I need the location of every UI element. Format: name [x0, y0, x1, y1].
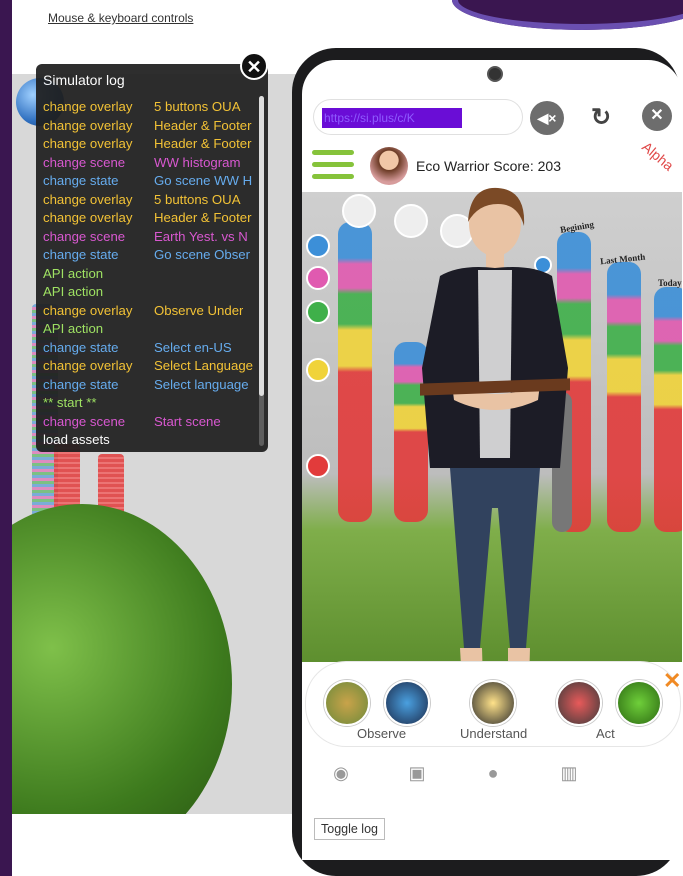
log-row-action: load assets — [43, 432, 110, 447]
log-row-detail: Select language — [154, 376, 249, 392]
observe-image-1[interactable] — [324, 680, 370, 726]
side-marker-icon[interactable] — [306, 266, 330, 290]
close-icon[interactable]: ✕ — [642, 101, 672, 131]
corner-decoration — [452, 0, 683, 30]
scene-label-today: Today — [658, 278, 682, 288]
closed-captions-icon[interactable]: ▣ — [404, 760, 430, 786]
log-row: change state Go scene WW H — [43, 172, 260, 191]
log-row-action: change overlay — [43, 191, 133, 207]
log-row-action: change overlay — [43, 358, 133, 373]
log-row-action: change state — [43, 173, 119, 188]
toggle-log-button[interactable]: Toggle log — [314, 818, 385, 840]
close-log-icon[interactable]: ✕ — [240, 52, 268, 80]
log-row-detail: Go scene Obser — [154, 247, 251, 262]
close-tray-icon[interactable]: ✕ — [663, 668, 681, 694]
log-row: change overlay Select Language — [43, 357, 260, 376]
log-row: API action — [43, 320, 260, 339]
log-row-detail: Header & Footer — [154, 136, 252, 151]
log-row-action: change overlay — [43, 302, 133, 318]
log-row-detail: 5 buttons OUA — [154, 99, 241, 114]
log-row-detail: WW histogram — [154, 154, 241, 170]
histogram-bar — [338, 222, 372, 522]
side-marker-icon[interactable] — [306, 234, 330, 258]
log-row: change scene Start scene — [43, 413, 260, 432]
log-row: change overlay 5 buttons OUA — [43, 98, 260, 117]
log-row-action: change overlay — [43, 99, 133, 114]
log-row: API action — [43, 283, 260, 302]
log-row: change state Select language — [43, 376, 260, 395]
log-row-detail: Go scene WW H — [154, 173, 253, 188]
log-row-action: change state — [43, 339, 119, 355]
microphone-icon[interactable]: ● — [480, 760, 506, 786]
simulator-log-panel: Simulator log change overlay 5 buttons OU… — [36, 64, 268, 452]
action-label-act[interactable]: Act — [596, 726, 615, 741]
log-row-action: change scene — [43, 228, 126, 244]
log-row-detail: Header & Footer — [154, 210, 252, 225]
log-row-action: ** start ** — [43, 395, 97, 410]
log-row-action: change overlay — [43, 136, 133, 151]
hamburger-menu-icon[interactable] — [312, 150, 354, 184]
log-scrollbar-thumb[interactable] — [259, 96, 264, 396]
log-row-detail: Start scene — [154, 413, 221, 429]
log-row: load assets — [43, 431, 260, 450]
eco-warrior-score: Eco Warrior Score: 203 — [416, 158, 561, 174]
side-marker-icon[interactable] — [306, 300, 330, 324]
observe-image-2[interactable] — [384, 680, 430, 726]
camera-icon — [487, 66, 503, 82]
log-row-action: API action — [43, 284, 104, 299]
profile-icon[interactable]: ◉ — [328, 760, 354, 786]
log-row: change state Go scene Obser — [43, 246, 260, 265]
mute-icon[interactable]: ◀× — [530, 101, 564, 135]
log-row: change overlay Header & Footer — [43, 117, 260, 136]
log-row: ** start ** — [43, 394, 260, 413]
log-row-action: change overlay — [43, 210, 133, 225]
side-marker-icon[interactable] — [306, 454, 330, 478]
understand-image[interactable] — [470, 680, 516, 726]
log-row-detail: Header & Footer — [154, 117, 252, 133]
log-row-action: change state — [43, 247, 119, 262]
log-row: change state Select en-US — [43, 339, 260, 358]
reload-icon[interactable]: ↻ — [584, 101, 618, 135]
log-row-action: change scene — [43, 413, 126, 429]
log-row-detail: Observe Under — [154, 302, 244, 318]
log-row-detail: Select Language — [154, 358, 253, 373]
url-text[interactable]: https://si.plus/c/K — [322, 108, 462, 128]
log-row: change overlay Header & Footer — [43, 209, 260, 228]
log-row: change overlay 5 buttons OUA — [43, 191, 260, 210]
log-row-action: change scene — [43, 154, 126, 170]
mouse-keyboard-controls-link[interactable]: Mouse & keyboard controls — [48, 11, 193, 25]
log-row: API action — [43, 265, 260, 284]
grass-globe — [12, 504, 232, 814]
action-label-observe[interactable]: Observe — [357, 726, 406, 741]
log-rows: change overlay 5 buttons OUA change overla… — [43, 98, 260, 452]
log-row: change overlay Observe Under — [43, 302, 260, 321]
log-title: Simulator log — [43, 72, 125, 88]
act-image-2[interactable] — [616, 680, 662, 726]
log-row-action: API action — [43, 265, 104, 281]
log-row-detail: Earth Yest. vs N — [154, 228, 248, 244]
act-image-1[interactable] — [556, 680, 602, 726]
log-row-action: change state — [43, 376, 119, 392]
log-row-action: API action — [43, 321, 104, 336]
log-row-detail: Select en-US — [154, 339, 232, 355]
character-bubble[interactable] — [342, 194, 376, 228]
action-label-understand[interactable]: Understand — [460, 726, 527, 741]
histogram-bar — [607, 262, 641, 532]
library-icon[interactable]: ▥ — [556, 760, 582, 786]
log-row-detail: 5 buttons OUA — [154, 191, 241, 207]
log-row: change scene WW histogram — [43, 154, 260, 173]
log-row: change overlay Header & Footer — [43, 135, 260, 154]
log-row: change scene Earth Yest. vs N — [43, 228, 260, 247]
histogram-bar — [654, 287, 682, 532]
side-marker-icon[interactable] — [306, 358, 330, 382]
log-row-action: change overlay — [43, 117, 133, 133]
avatar[interactable] — [370, 147, 408, 185]
